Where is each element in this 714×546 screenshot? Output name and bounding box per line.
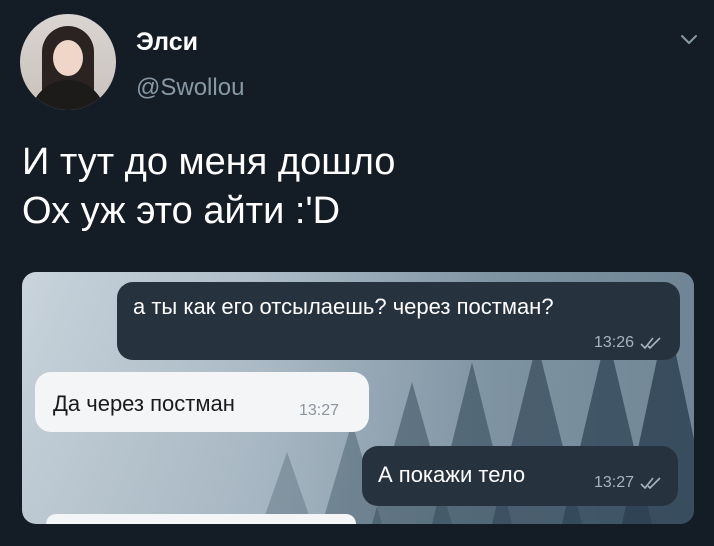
double-check-icon [640,477,661,489]
tweet-text-line: И тут до меня дошло [22,141,396,183]
attached-screenshot[interactable]: а ты как его отсылаешь? через постман? 1… [22,272,694,524]
message-text: А покажи тело [378,462,526,487]
tweet-card: Элси @Swollou И тут до меня дошло Ох уж … [0,0,714,546]
message-text: Да через постман [53,391,235,416]
avatar-face [53,40,83,76]
message-time: 13:27 [299,402,340,419]
display-name[interactable]: Элси [136,28,198,57]
chat-message-incoming: Да через постман 13:27 [35,372,369,432]
chat-message-outgoing: а ты как его отсылаешь? через постман? 1… [117,282,680,360]
user-handle[interactable]: @Swollou [136,74,244,102]
message-meta: 13:27 [594,474,662,492]
chat-message-outgoing: А покажи тело 13:27 [362,446,678,506]
message-time: 13:27 [593,474,634,491]
tweet-text: И тут до меня дошло Ох уж это айти :'D [22,138,395,236]
double-check-icon [640,337,661,349]
message-time: 13:26 [593,334,634,351]
message-meta: 13:26 [594,334,662,352]
chat-message-partial [46,514,356,524]
avatar[interactable] [20,14,116,110]
chevron-down-icon[interactable] [678,28,700,50]
message-text: а ты как его отсылаешь? через постман? [133,294,554,319]
tweet-text-line: Ох уж это айти :'D [22,190,341,232]
